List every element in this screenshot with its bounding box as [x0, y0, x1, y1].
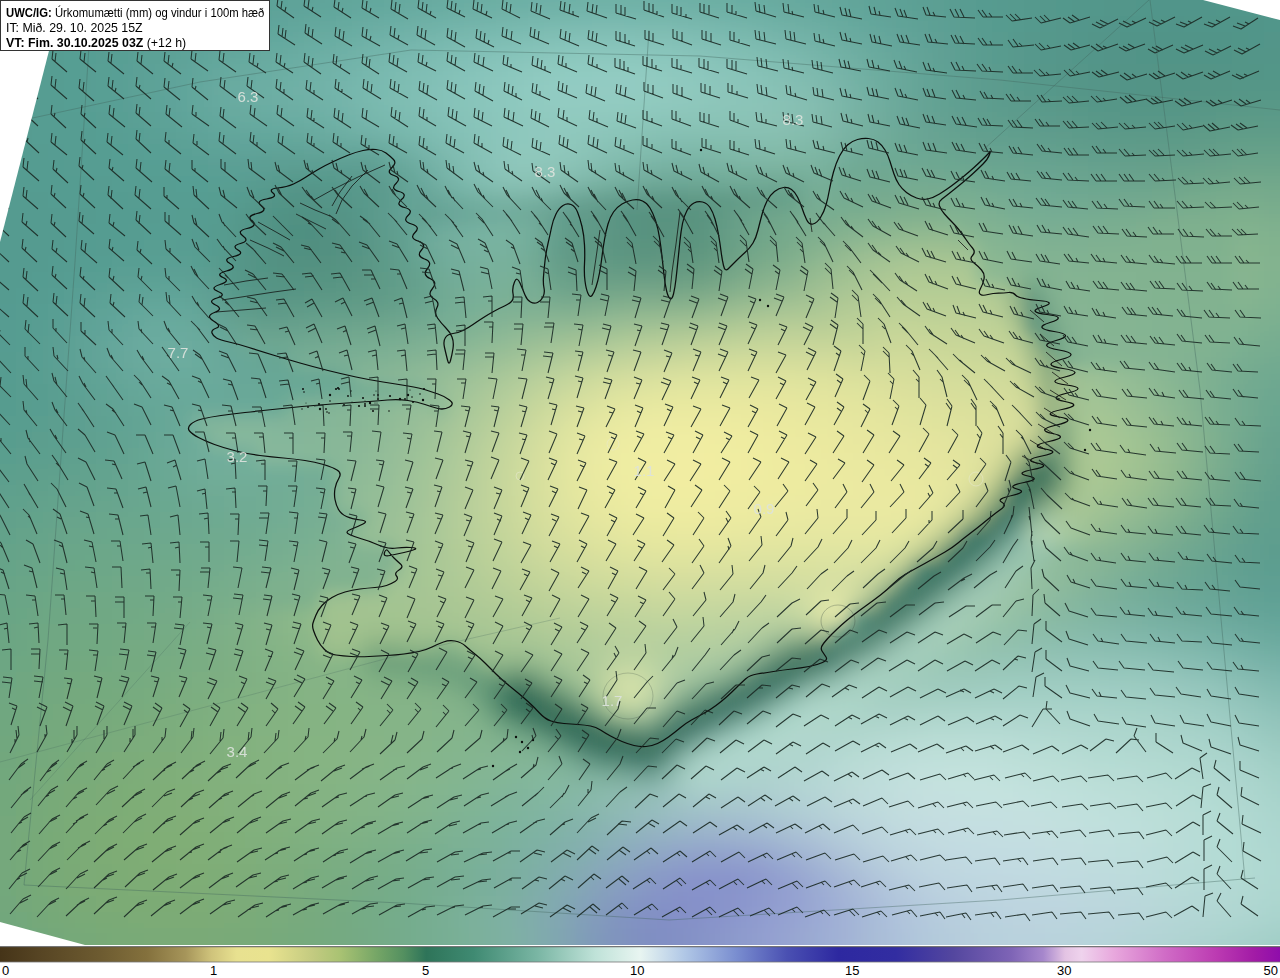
- svg-text:1.7: 1.7: [602, 692, 623, 709]
- svg-text:0: 0: [2, 963, 9, 978]
- svg-text:10: 10: [630, 963, 644, 978]
- svg-text:8.3: 8.3: [535, 163, 556, 180]
- svg-text:7.7: 7.7: [168, 344, 189, 361]
- svg-text:8.3: 8.3: [783, 111, 804, 128]
- svg-text:30: 30: [1057, 963, 1071, 978]
- svg-text:1: 1: [210, 963, 217, 978]
- svg-text:0.9: 0.9: [754, 500, 775, 517]
- svg-text:5: 5: [422, 963, 429, 978]
- svg-text:15: 15: [845, 963, 859, 978]
- svg-text:3.4: 3.4: [227, 743, 248, 760]
- svg-text:50: 50: [1264, 963, 1278, 978]
- svg-text:3.2: 3.2: [227, 448, 248, 465]
- svg-text:1.1: 1.1: [634, 462, 655, 479]
- svg-text:6.3: 6.3: [238, 88, 259, 105]
